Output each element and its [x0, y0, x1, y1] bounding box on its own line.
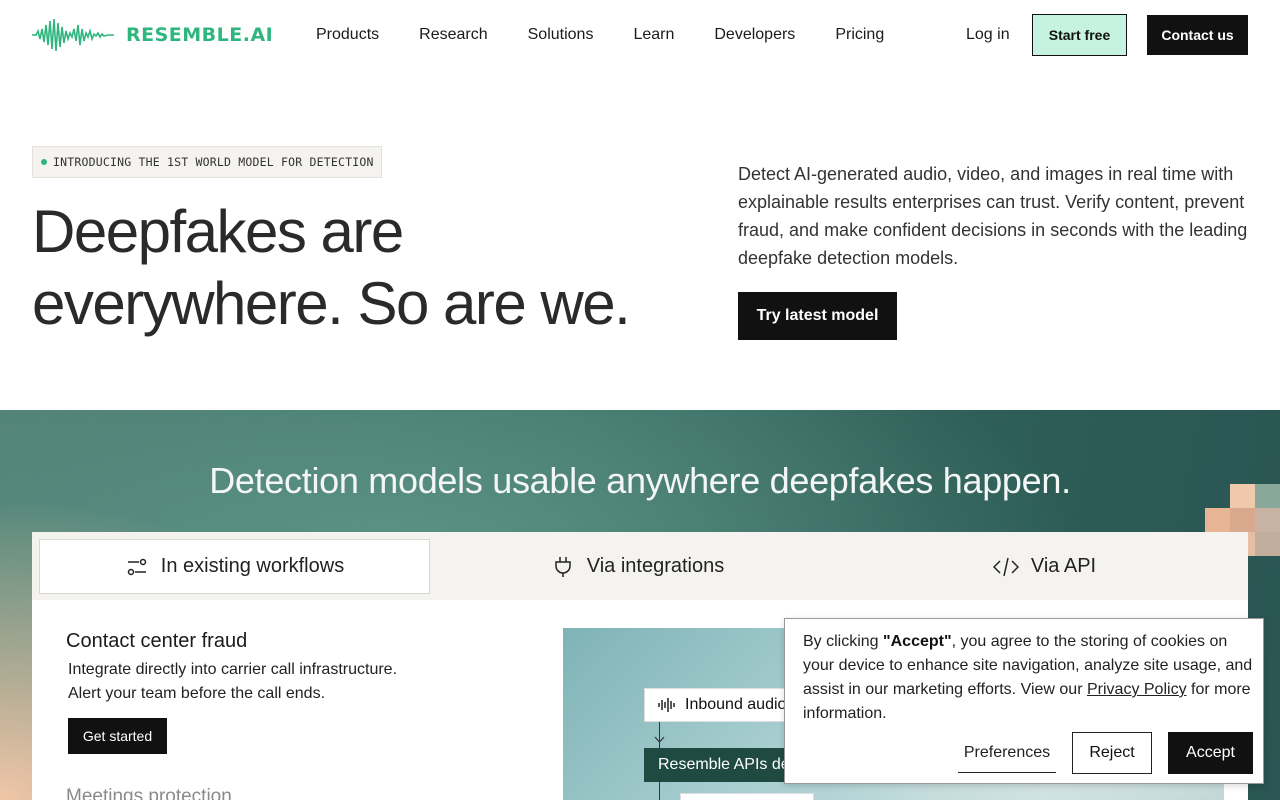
next-card-title[interactable]: Meetings protection: [66, 786, 232, 800]
inbound-audio-label: Inbound audio: [685, 696, 787, 713]
resemble-logo[interactable]: RESEMBLE.AI: [32, 15, 273, 55]
nav-links: Products Research Solutions Learn Develo…: [316, 24, 924, 46]
decorative-pixel: [1205, 508, 1230, 532]
reject-button[interactable]: Reject: [1072, 732, 1152, 774]
card-description: Integrate directly into carrier call inf…: [68, 658, 488, 706]
cookie-banner: By clicking "Accept", you agree to the s…: [784, 618, 1264, 784]
decorative-pixel: [1230, 508, 1255, 532]
cookie-accept-bold: "Accept": [883, 633, 952, 650]
contact-us-button[interactable]: Contact us: [1147, 15, 1248, 55]
connector-line: [659, 782, 660, 800]
start-free-button[interactable]: Start free: [1032, 14, 1127, 56]
card-desc-line1: Integrate directly into carrier call inf…: [68, 661, 398, 678]
code-icon: [992, 557, 1019, 576]
nav-link-products[interactable]: Products: [316, 24, 379, 46]
card-desc-line2: Alert your team before the call ends.: [68, 685, 326, 702]
preferences-button[interactable]: Preferences: [958, 733, 1056, 773]
plug-icon: [555, 556, 571, 577]
resemble-apis-node: Resemble APIs detect: [644, 748, 804, 782]
try-latest-model-button[interactable]: Try latest model: [738, 292, 897, 340]
output-node: [680, 793, 814, 800]
nav-link-pricing[interactable]: Pricing: [835, 24, 884, 46]
nav-link-developers[interactable]: Developers: [714, 24, 795, 46]
tab-label: Via API: [1030, 555, 1097, 577]
tab-label: In existing workflows: [160, 555, 345, 577]
cookie-text-prefix: By clicking: [803, 633, 884, 650]
tab-via-api[interactable]: Via API: [849, 539, 1240, 594]
tab-label: Via integrations: [586, 555, 725, 577]
nav-link-research[interactable]: Research: [419, 24, 487, 46]
announcement-badge[interactable]: INTRODUCING THE 1ST WORLD MODEL FOR DETE…: [32, 146, 382, 178]
logo-text: RESEMBLE.AI: [126, 24, 274, 46]
tab-via-integrations[interactable]: Via integrations: [442, 539, 833, 594]
get-started-button[interactable]: Get started: [68, 718, 167, 754]
card-title: Contact center fraud: [66, 630, 248, 652]
waveform-logo-icon: [32, 18, 114, 52]
hero-description: Detect AI-generated audio, video, and im…: [738, 164, 1248, 268]
sliders-icon: [127, 558, 147, 575]
hero-title-line1: Deepfakes are: [32, 198, 404, 265]
privacy-policy-link[interactable]: Privacy Policy: [1087, 681, 1187, 698]
decorative-pixel: [1255, 508, 1280, 532]
hero-title-line2: everywhere. So are we.: [32, 270, 631, 337]
top-navigation: RESEMBLE.AI Products Research Solutions …: [0, 0, 1280, 70]
arrow-down-icon: [654, 736, 665, 743]
audio-waveform-icon: [658, 698, 675, 712]
decorative-pixel: [1255, 532, 1280, 556]
tab-existing-workflows[interactable]: In existing workflows: [39, 539, 430, 594]
connector-line: [659, 722, 660, 748]
badge-dot-icon: [41, 159, 47, 165]
section-title: Detection models usable anywhere deepfak…: [209, 460, 1071, 501]
tabs-bar: In existing workflows Via integrations V…: [32, 532, 1248, 600]
nav-link-learn[interactable]: Learn: [633, 24, 674, 46]
badge-text: INTRODUCING THE 1ST WORLD MODEL FOR DETE…: [53, 155, 374, 169]
login-link[interactable]: Log in: [966, 24, 1010, 46]
cookie-text: By clicking "Accept", you agree to the s…: [803, 630, 1253, 726]
apis-label: Resemble APIs detect: [658, 756, 804, 773]
hero-title: Deepfakes are everywhere. So are we.: [32, 196, 692, 340]
accept-button[interactable]: Accept: [1168, 732, 1253, 774]
nav-link-solutions[interactable]: Solutions: [528, 24, 594, 46]
